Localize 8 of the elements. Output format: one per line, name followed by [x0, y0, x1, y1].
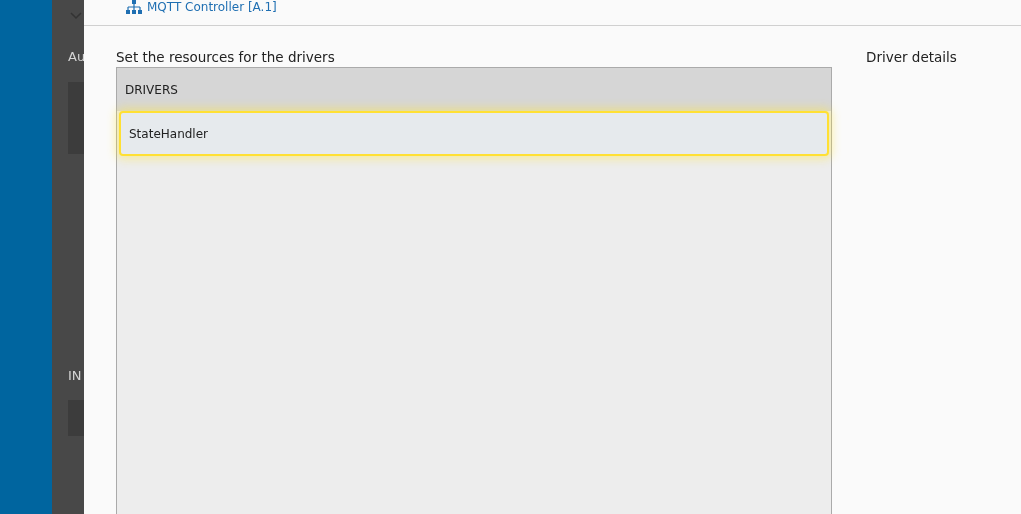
- controller-link[interactable]: MQTT Controller [A.1]: [147, 0, 277, 14]
- details-heading: Driver details: [866, 49, 957, 65]
- page-label: IN: [68, 368, 82, 383]
- driver-row[interactable]: StateHandler: [119, 111, 829, 156]
- page-label: Au: [68, 49, 84, 64]
- instruction-text: Set the resources for the drivers: [116, 49, 336, 66]
- hierarchy-icon: [126, 0, 142, 14]
- column-header: DRIVERS: [117, 68, 831, 111]
